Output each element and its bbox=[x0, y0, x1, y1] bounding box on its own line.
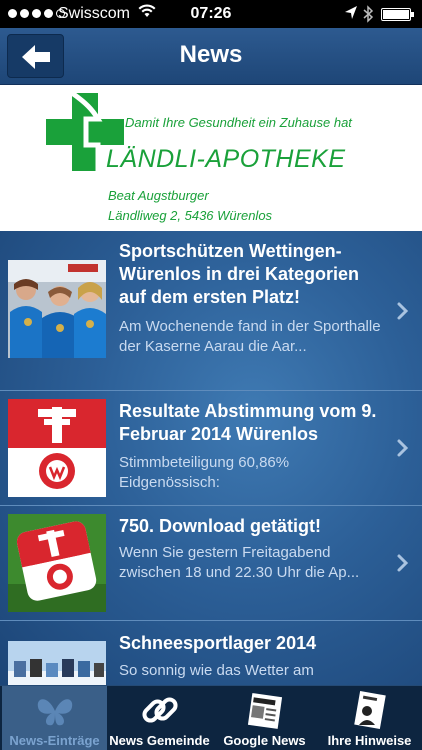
news-excerpt: Stimmbeteiligung 60,86% Eidgenössisch: bbox=[119, 454, 290, 491]
tab-label: News-Einträge bbox=[9, 733, 100, 748]
chain-link-icon bbox=[142, 697, 178, 723]
bluetooth-icon bbox=[362, 5, 374, 28]
ad-tagline: Damit Ihre Gesundheit ein Zuhause hat bbox=[125, 115, 352, 130]
news-title: Resultate Abstimmung vom 9. Februar 2014… bbox=[119, 401, 377, 444]
news-item[interactable]: Schneesportlager 2014 So sonnig wie das … bbox=[0, 621, 422, 685]
team-photo-thumbnail bbox=[8, 260, 106, 358]
status-bar: Swisscom 07:26 bbox=[0, 0, 422, 28]
coat-of-arms-thumbnail bbox=[8, 399, 106, 497]
chevron-right-icon bbox=[397, 554, 409, 572]
ad-owner: Beat Augstburger bbox=[108, 188, 209, 203]
back-button[interactable] bbox=[7, 34, 64, 78]
tab-label: Google News bbox=[223, 733, 306, 748]
chevron-right-icon bbox=[397, 439, 409, 457]
ad-pharmacy-name: LÄNDLI-APOTHEKE bbox=[106, 145, 346, 173]
newspaper-icon bbox=[247, 693, 283, 729]
tab-news-gemeinde[interactable]: News Gemeinde bbox=[107, 686, 212, 750]
tab-news-eintraege[interactable]: News-Einträge bbox=[2, 686, 107, 750]
butterfly-icon bbox=[37, 699, 73, 726]
news-title: Schneesportlager 2014 bbox=[119, 633, 317, 653]
news-excerpt: Am Wochenende fand in der Sporthalle der… bbox=[119, 318, 381, 355]
tab-bar: News-Einträge News Gemeinde Google News … bbox=[0, 685, 422, 750]
tab-label: News Gemeinde bbox=[109, 733, 210, 748]
battery-icon bbox=[381, 8, 414, 21]
location-icon bbox=[344, 5, 358, 26]
news-item[interactable]: 750. Download getätigt! Wenn Sie gestern… bbox=[0, 506, 422, 621]
news-title: Sportschützen Wettingen-Würenlos in drei… bbox=[119, 241, 360, 307]
news-excerpt: Wenn Sie gestern Freitagabend zwischen 1… bbox=[119, 544, 360, 581]
news-excerpt: So sonnig wie das Wetter am bbox=[119, 662, 314, 679]
app-icon-thumbnail bbox=[8, 514, 106, 612]
news-item[interactable]: Resultate Abstimmung vom 9. Februar 2014… bbox=[0, 391, 422, 506]
pharmacy-ad-banner[interactable]: Damit Ihre Gesundheit ein Zuhause hat LÄ… bbox=[0, 85, 422, 231]
news-item[interactable]: Sportschützen Wettingen-Würenlos in drei… bbox=[0, 231, 422, 391]
navigation-bar: News bbox=[0, 28, 422, 85]
clock: 07:26 bbox=[190, 5, 232, 22]
news-list[interactable]: Sportschützen Wettingen-Würenlos in drei… bbox=[0, 231, 422, 685]
ad-address: Ländliweg 2, 5436 Würenlos bbox=[108, 208, 273, 223]
chevron-right-icon bbox=[397, 302, 409, 320]
tab-ihre-hinweise[interactable]: Ihre Hinweise bbox=[317, 686, 422, 750]
news-title: 750. Download getätigt! bbox=[119, 516, 322, 536]
tab-google-news[interactable]: Google News bbox=[212, 686, 317, 750]
contact-card-icon bbox=[354, 691, 386, 729]
tab-label: Ihre Hinweise bbox=[327, 733, 412, 748]
back-arrow-icon bbox=[22, 45, 50, 69]
ski-camp-thumbnail bbox=[8, 641, 106, 685]
